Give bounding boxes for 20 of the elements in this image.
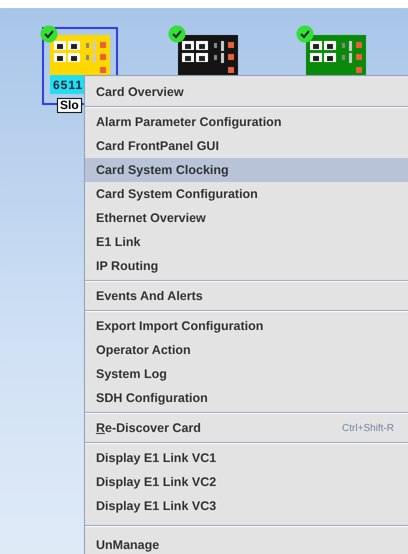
menu-item[interactable]: Export Import Configuration <box>85 314 408 338</box>
card-drawing[interactable] <box>50 35 110 75</box>
menu-item[interactable]: Display E1 Link VC3 <box>85 494 408 518</box>
menu-item[interactable]: E1 Link <box>85 230 408 254</box>
menu-item[interactable]: Ethernet Overview <box>85 206 408 230</box>
menu-item[interactable]: Display E1 Link VC2 <box>85 470 408 494</box>
menu-item[interactable]: Operator Action <box>85 338 408 362</box>
menu-item[interactable]: Display E1 Link VC1 <box>85 446 408 470</box>
menu-item[interactable]: Card System Configuration <box>85 182 408 206</box>
menu-item[interactable]: Card FrontPanel GUI <box>85 134 408 158</box>
menu-item[interactable]: UnManage <box>85 533 408 554</box>
menu-item[interactable]: Card System Clocking <box>85 158 408 182</box>
menu-item[interactable]: System Log <box>85 362 408 386</box>
slot-label: Slo <box>57 98 82 113</box>
menu-item[interactable]: IP Routing <box>85 254 408 278</box>
menu-item[interactable]: Events And Alerts <box>85 284 408 308</box>
menu-item[interactable]: SDH Configuration <box>85 386 408 410</box>
menu-item[interactable]: Alarm Parameter Configuration <box>85 110 408 134</box>
menu-item[interactable]: Re-Discover Card Ctrl+Shift-R <box>85 416 408 440</box>
shortcut-label: Ctrl+Shift-R <box>342 422 394 434</box>
